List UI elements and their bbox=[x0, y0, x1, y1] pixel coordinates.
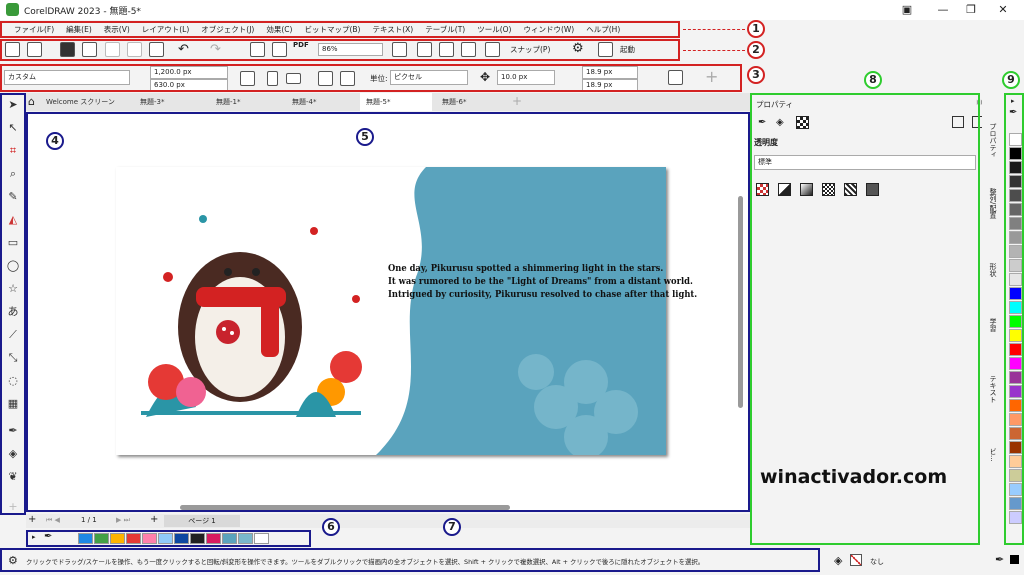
title-bar: CorelDRAW 2023 - 無題-5* ▣ — ❐ ✕ bbox=[0, 0, 1024, 20]
callout-3: 3 bbox=[747, 66, 765, 84]
docker-tabs: プロパティ整列/配置形状学習テキストビ... bbox=[982, 93, 1006, 533]
annotation-box-propbar bbox=[0, 64, 742, 92]
tab-welcome[interactable]: Welcome スクリーン bbox=[40, 93, 121, 111]
window-resize-icon[interactable]: ▣ bbox=[900, 3, 914, 16]
callout-4: 4 bbox=[46, 132, 64, 150]
callout-7: 7 bbox=[443, 518, 461, 536]
add-page-after-button[interactable]: + bbox=[150, 514, 158, 525]
callout-9: 9 bbox=[1002, 71, 1020, 89]
callout-6: 6 bbox=[322, 518, 340, 536]
callout-2-arrow bbox=[683, 50, 745, 51]
callout-1-arrow bbox=[683, 29, 745, 30]
outline-pen-icon[interactable]: ✒ bbox=[995, 553, 1004, 566]
docker-tab-2[interactable]: 形状 bbox=[988, 263, 998, 277]
window-title: CorelDRAW 2023 - 無題-5* bbox=[24, 7, 141, 17]
docker-tab-4[interactable]: テキスト bbox=[988, 375, 998, 403]
page-counter: 1 / 1 bbox=[81, 516, 97, 524]
tab-untitled-4[interactable]: 無題-4* bbox=[286, 93, 322, 111]
new-tab-button[interactable]: + bbox=[512, 94, 522, 108]
outline-color-swatch[interactable] bbox=[1010, 555, 1019, 564]
tab-untitled-5[interactable]: 無題-5* bbox=[360, 93, 432, 111]
callout-2: 2 bbox=[747, 41, 765, 59]
docker-tab-3[interactable]: 学習 bbox=[988, 318, 998, 332]
first-page-button[interactable]: ⏮ ◀ bbox=[46, 516, 60, 525]
annotation-box-status bbox=[0, 548, 820, 572]
maximize-button[interactable]: ❐ bbox=[964, 3, 978, 16]
close-button[interactable]: ✕ bbox=[996, 3, 1010, 16]
docker-tab-5[interactable]: ビ... bbox=[988, 448, 998, 462]
tab-untitled-1[interactable]: 無題-1* bbox=[210, 93, 246, 111]
callout-8: 8 bbox=[864, 71, 882, 89]
minimize-button[interactable]: — bbox=[936, 3, 950, 16]
tab-untitled-3[interactable]: 無題-3* bbox=[134, 93, 170, 111]
callout-1: 1 bbox=[747, 20, 765, 38]
home-icon[interactable]: ⌂ bbox=[28, 95, 35, 108]
page-tab[interactable]: ページ 1 bbox=[164, 515, 240, 527]
tab-untitled-6[interactable]: 無題-6* bbox=[436, 93, 472, 111]
annotation-box-menu bbox=[0, 21, 680, 38]
annotation-box-docpal bbox=[26, 530, 311, 547]
callout-5: 5 bbox=[356, 128, 374, 146]
annotation-box-docker bbox=[750, 93, 980, 545]
annotation-box-palette bbox=[1004, 93, 1024, 545]
no-fill-swatch[interactable] bbox=[850, 554, 862, 566]
fill-indicator-icon[interactable]: ◈ bbox=[834, 554, 842, 567]
fill-label: なし bbox=[870, 558, 884, 566]
annotation-box-canvas bbox=[26, 112, 750, 512]
annotation-box-toolbox bbox=[0, 93, 26, 515]
add-page-before-button[interactable]: + bbox=[28, 514, 36, 525]
docker-tab-1[interactable]: 整列/配置 bbox=[988, 188, 998, 218]
docker-tab-0[interactable]: プロパティ bbox=[988, 123, 998, 158]
page-navigator: + ⏮ ◀ 1 / 1 ▶ ⏭ + ページ 1 bbox=[26, 514, 750, 528]
document-tabs: ⌂ Welcome スクリーン 無題-3* 無題-1* 無題-4* 無題-5* … bbox=[26, 93, 750, 111]
last-page-button[interactable]: ▶ ⏭ bbox=[116, 516, 130, 525]
app-logo-icon bbox=[6, 3, 19, 16]
annotation-box-toolbar bbox=[0, 39, 680, 61]
